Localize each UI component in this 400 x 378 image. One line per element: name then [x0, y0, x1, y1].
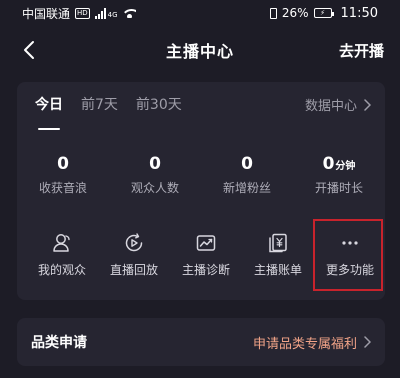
- metric-label: 开播时长: [314, 181, 363, 195]
- status-bar: 中国联通 HD 4G 26% ⚡ 11:50: [0, 0, 400, 26]
- shortcut-streamer-diagnosis[interactable]: 主播诊断: [171, 232, 241, 278]
- battery-icon: ⚡: [313, 8, 334, 18]
- category-title: 品类申请: [31, 335, 87, 351]
- metric-new-fans[interactable]: 0 新增粉丝: [201, 152, 293, 196]
- diagnosis-icon: [196, 235, 216, 251]
- page-title: 主播中心: [165, 42, 234, 61]
- metric-value: 0: [57, 154, 69, 174]
- metric-value: 0 分钟: [322, 154, 356, 174]
- shortcut-label: 主播诊断: [181, 263, 230, 277]
- tab-last-7-days[interactable]: 前7天: [81, 94, 118, 116]
- carrier-label: 中国联通: [22, 6, 71, 21]
- shortcut-my-audience[interactable]: 我的观众: [27, 232, 97, 278]
- back-arrow-icon[interactable]: [18, 38, 42, 62]
- metric-viewers[interactable]: 0 观众人数: [109, 152, 201, 196]
- metrics-row: 0 收获音浪 0 观众人数 0 新增粉丝 0 分钟 开播时长: [17, 152, 385, 196]
- chevron-right-icon: [364, 336, 371, 348]
- highlight-box: [313, 219, 383, 291]
- clock: 11:50: [340, 5, 378, 21]
- period-tabs: 今日 前7天 前30天: [35, 94, 182, 116]
- status-left: 中国联通 HD 4G: [22, 5, 136, 22]
- header: 主播中心 去开播: [0, 30, 400, 70]
- go-live-button[interactable]: 去开播: [339, 40, 384, 61]
- network-label: 4G: [107, 10, 118, 19]
- tab-today[interactable]: 今日: [35, 94, 63, 116]
- metric-unit: 分钟: [335, 161, 356, 172]
- metric-live-duration[interactable]: 0 分钟 开播时长: [293, 152, 385, 196]
- shortcut-streamer-bill[interactable]: 主播账单: [243, 232, 313, 278]
- wifi-icon: [122, 8, 136, 18]
- shortcut-label: 主播账单: [253, 263, 302, 277]
- stats-card: 今日 前7天 前30天 数据中心 0 收获音浪 0 观众人数 0 新增粉丝 0分…: [17, 82, 385, 300]
- metric-value: 0: [241, 154, 253, 174]
- signal-icon: [94, 7, 106, 19]
- metric-label: 观众人数: [130, 181, 179, 195]
- tab-last-30-days[interactable]: 前30天: [136, 94, 182, 116]
- metric-value: 0: [149, 154, 161, 174]
- audience-icon: [53, 234, 70, 252]
- metric-earned-tone-waves[interactable]: 0 收获音浪: [17, 152, 109, 196]
- metric-label: 新增粉丝: [222, 181, 271, 195]
- data-center-link[interactable]: 数据中心: [305, 95, 371, 114]
- shortcut-label: 我的观众: [37, 263, 86, 277]
- hd-badge: HD: [75, 7, 90, 19]
- shortcut-live-replay[interactable]: 直播回放: [99, 232, 169, 278]
- category-application-row[interactable]: 品类申请 申请品类专属福利: [17, 318, 385, 366]
- metric-label: 收获音浪: [38, 181, 87, 195]
- chevron-right-icon: [364, 98, 371, 111]
- battery-percent: 26%: [281, 6, 309, 20]
- vibrate-icon: [269, 7, 277, 19]
- bill-icon: [269, 233, 287, 253]
- status-right: 26% ⚡ 11:50: [269, 5, 378, 21]
- category-link-label: 申请品类专属福利: [252, 336, 357, 352]
- replay-icon: [125, 233, 143, 252]
- data-center-label: 数据中心: [304, 99, 357, 114]
- category-benefit-link[interactable]: 申请品类专属福利: [253, 333, 371, 352]
- shortcut-label: 直播回放: [109, 263, 158, 277]
